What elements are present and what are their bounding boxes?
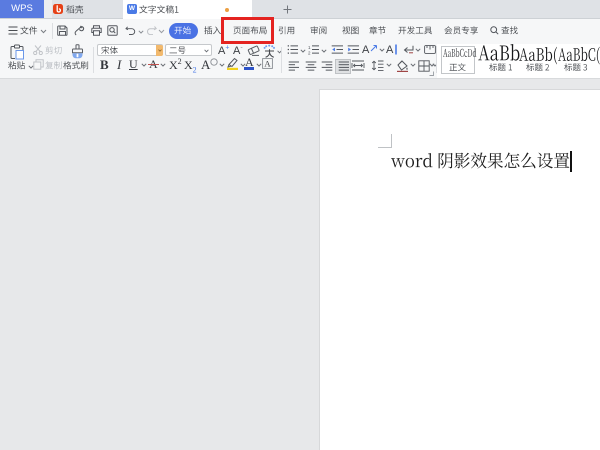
svg-text:A: A	[264, 59, 271, 69]
svg-text:1: 1	[308, 45, 311, 50]
svg-text:2: 2	[308, 51, 311, 56]
